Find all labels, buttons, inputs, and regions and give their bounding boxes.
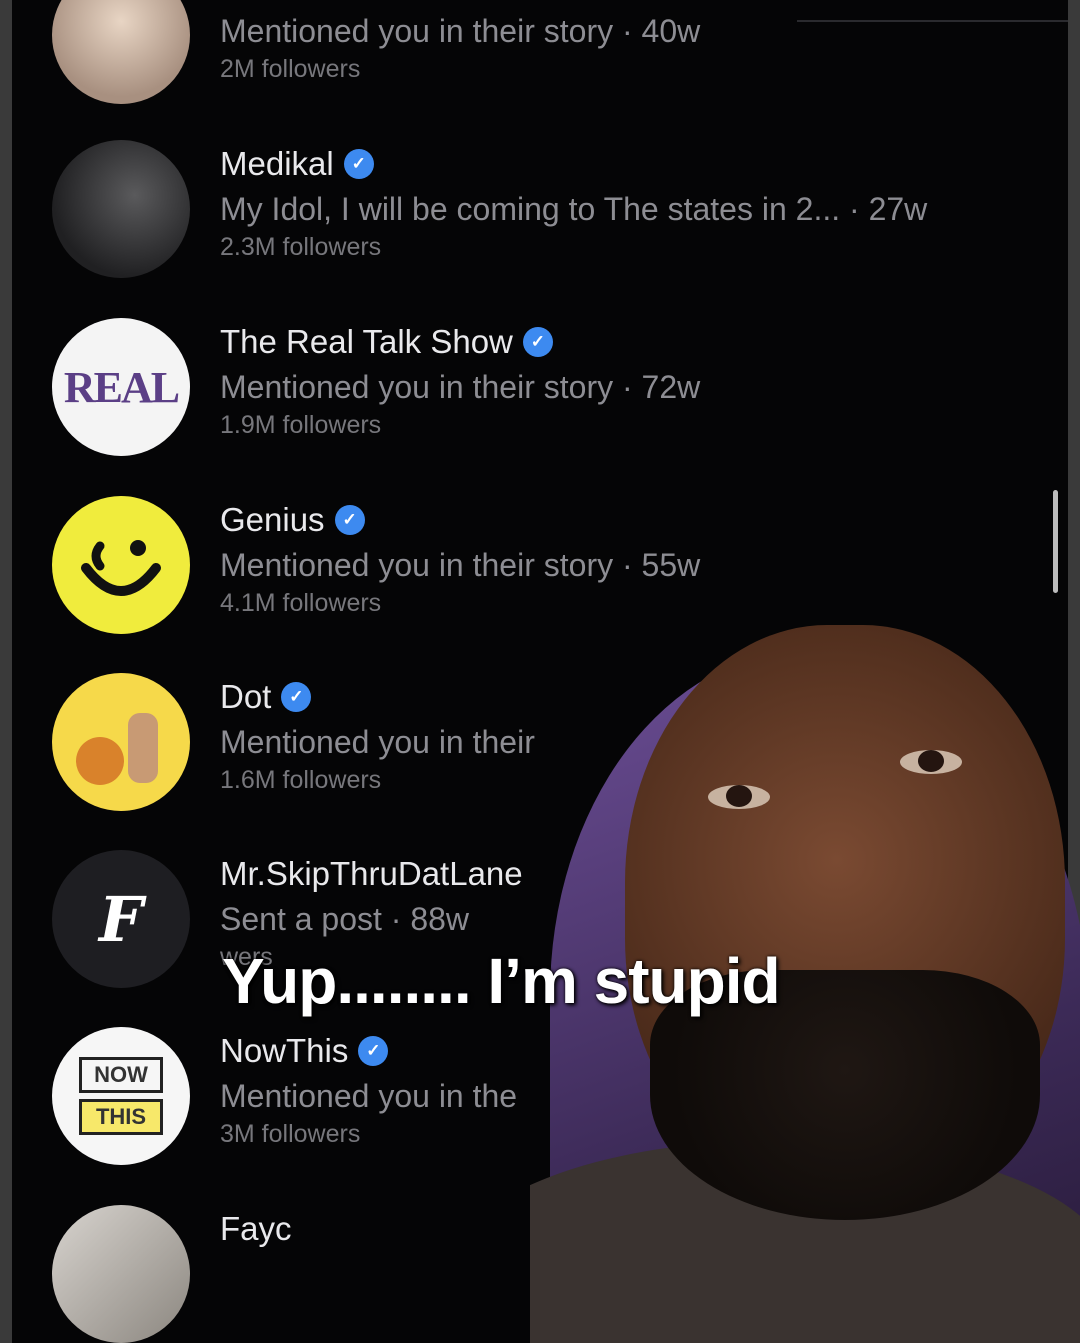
notification-text: Mentioned you in their story · 72w [220, 369, 701, 405]
list-item[interactable]: REAL The Real Talk Show ✓ Mentioned you i… [12, 318, 1068, 488]
avatar[interactable] [52, 496, 190, 634]
avatar[interactable]: F [52, 850, 190, 988]
username[interactable]: Dot [220, 678, 271, 716]
username[interactable]: Mr.SkipThruDatLane [220, 855, 523, 893]
smiley-icon [81, 540, 161, 596]
follower-count: 2.3M followers [220, 233, 382, 261]
notification-text: Mentioned you in their story · 40w [220, 13, 701, 49]
meme-caption: Yup........ I’m stupid [222, 945, 781, 1017]
avatar[interactable] [52, 673, 190, 811]
notification-text: Mentioned you in their [220, 724, 535, 760]
verified-badge-icon: ✓ [522, 327, 553, 357]
avatar-logo-text: REAL [63, 362, 180, 412]
username[interactable]: The Real Talk Show [220, 323, 513, 361]
avatar[interactable]: REAL [52, 318, 190, 456]
username[interactable]: NowThis [220, 1032, 348, 1070]
follower-count: 1.9M followers [220, 411, 382, 439]
scrollbar[interactable] [1053, 490, 1058, 593]
verified-badge-icon: ✓ [281, 682, 312, 712]
left-eye [708, 785, 770, 809]
avatar[interactable] [52, 140, 190, 278]
username[interactable]: Genius [220, 501, 325, 539]
verified-badge-icon: ✓ [334, 505, 365, 535]
username[interactable]: Fayc [220, 1210, 292, 1248]
follower-count: 2M followers [220, 55, 361, 83]
notification-text: Mentioned you in the [220, 1078, 518, 1114]
verified-badge-icon: ✓ [358, 1036, 389, 1066]
username[interactable]: Medikal [220, 145, 334, 183]
avatar[interactable] [52, 1205, 190, 1343]
list-item[interactable]: Medikal ✓ My Idol, I will be coming to Th… [12, 140, 1068, 310]
notification-text: Sent a post · 88w [220, 901, 470, 937]
verified-badge-icon: ✓ [343, 149, 374, 179]
notification-text: My Idol, I will be coming to The states … [220, 191, 928, 227]
avatar[interactable]: NOW THIS [52, 1027, 190, 1165]
avatar[interactable] [52, 0, 190, 104]
right-eye [900, 750, 962, 774]
follower-count: 3M followers [220, 1120, 361, 1148]
this-logo-text: THIS [79, 1099, 163, 1135]
list-item[interactable]: Mentioned you in their story · 40w 2M fo… [12, 0, 1068, 126]
avatar-logo-text: F [98, 882, 144, 956]
follower-count: 1.6M followers [220, 766, 382, 794]
now-logo-text: NOW [79, 1057, 163, 1093]
basketball-icon [76, 713, 158, 785]
